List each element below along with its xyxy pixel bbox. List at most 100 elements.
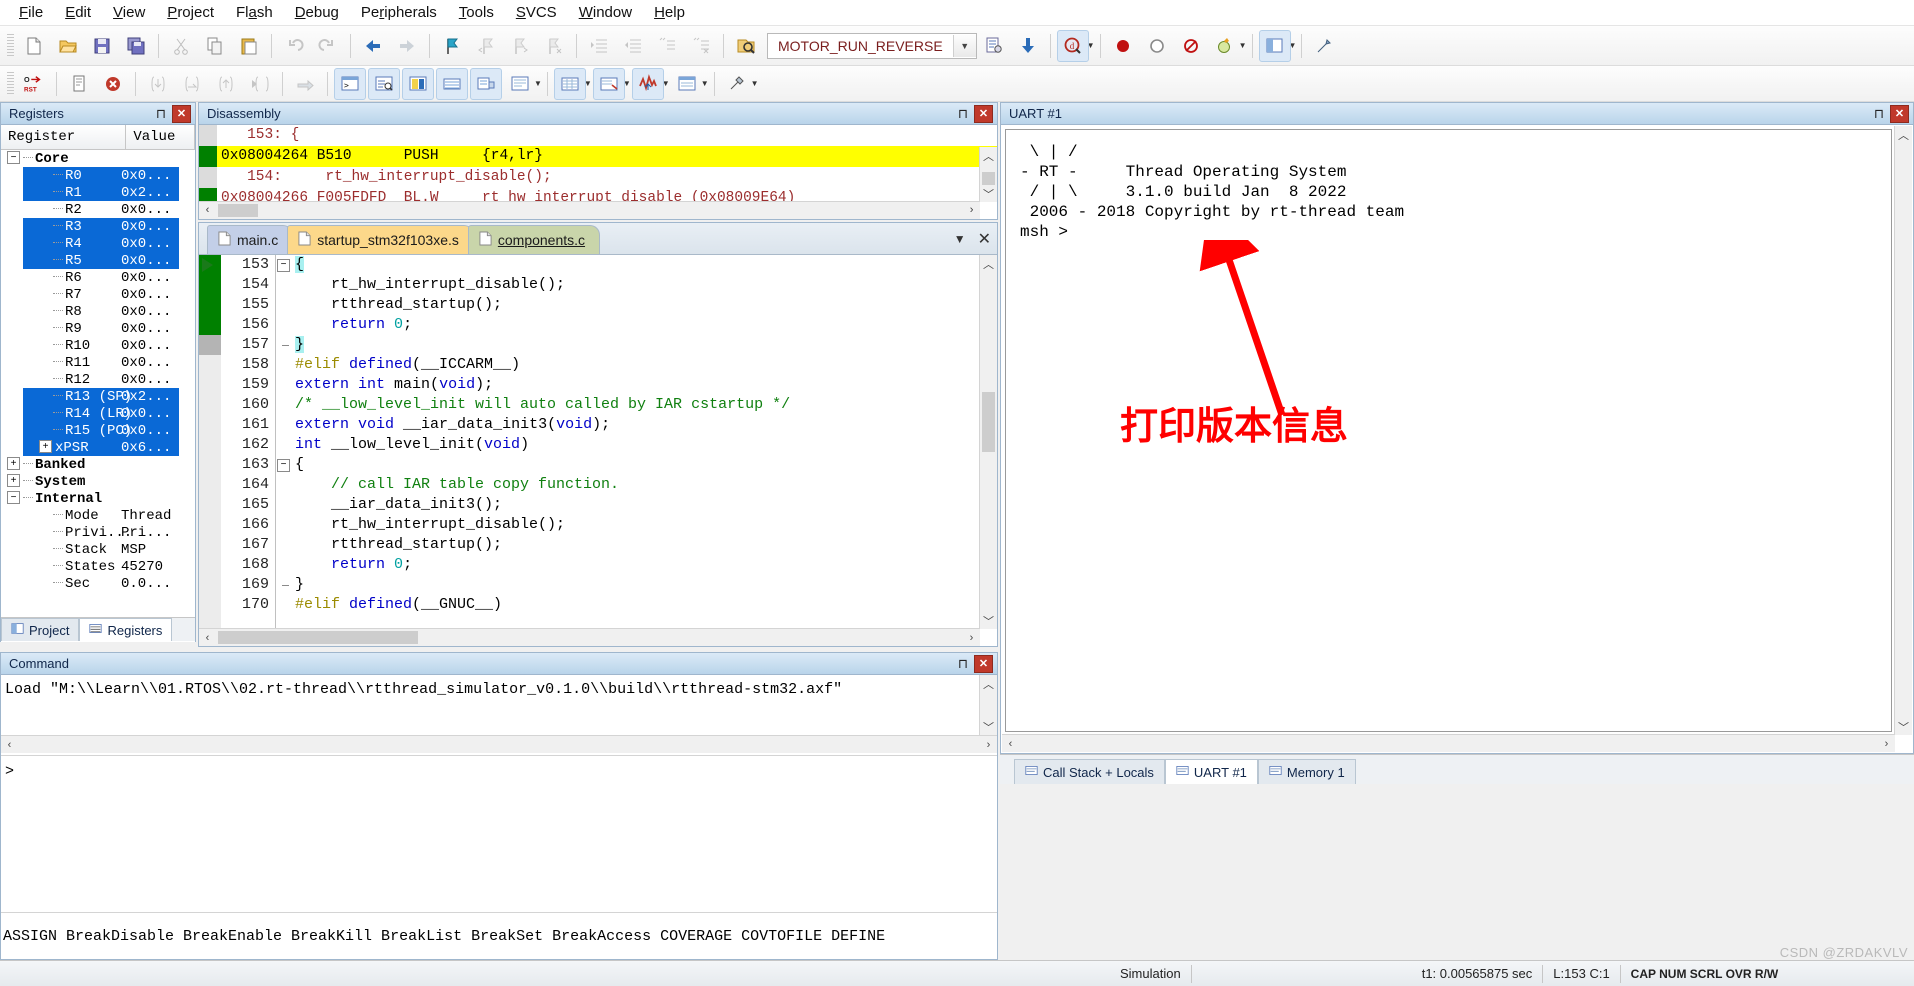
menu-item-project[interactable]: Project — [156, 1, 225, 24]
register-group-internal[interactable]: − Internal — [1, 490, 195, 507]
scroll-right-icon[interactable]: › — [980, 736, 997, 753]
close-icon[interactable]: ✕ — [1890, 104, 1909, 123]
stop-icon[interactable] — [97, 68, 129, 100]
symbols-window-icon[interactable] — [402, 67, 434, 100]
register-row-r14lr[interactable]: R14 (LR) 0x0... — [23, 405, 179, 422]
scroll-up-icon[interactable]: ︿ — [1895, 126, 1912, 143]
register-row-mode[interactable]: Mode Thread — [1, 507, 195, 524]
editor-line[interactable]: 170 #elif defined(__GNUC__) — [199, 595, 997, 615]
register-row-r11[interactable]: R11 0x0... — [1, 354, 195, 371]
command-output[interactable]: Load "M:\\Learn\\01.RTOS\\02.rt-thread\\… — [1, 675, 997, 735]
menu-item-tools[interactable]: Tools — [448, 1, 505, 24]
toolbox-icon[interactable] — [721, 68, 753, 100]
toolbar-grip[interactable] — [7, 33, 14, 58]
close-icon[interactable]: ✕ — [172, 104, 191, 123]
scroll-left-icon[interactable]: ‹ — [1002, 735, 1019, 752]
column-header-value[interactable]: Value — [126, 125, 195, 149]
register-group-banked[interactable]: + Banked — [1, 456, 195, 473]
close-icon[interactable]: ✕ — [974, 104, 993, 123]
window-layout-icon[interactable] — [1258, 29, 1291, 62]
scroll-thumb[interactable] — [218, 204, 258, 217]
registers-window-icon[interactable] — [436, 67, 468, 100]
scroll-up-icon[interactable]: ︿ — [980, 147, 997, 164]
editor-tab-main-c[interactable]: main.c — [207, 225, 294, 254]
editor-line[interactable]: 157} — [199, 335, 997, 355]
uart-vertical-scrollbar[interactable]: ︿ ﹀ — [1894, 126, 1912, 735]
scroll-left-icon[interactable]: ‹ — [1, 736, 18, 753]
command-output-scrollbar[interactable]: ︿ ﹀ — [979, 675, 997, 735]
editor-line[interactable]: 163−{ — [199, 455, 997, 475]
scroll-up-icon[interactable]: ︿ — [980, 675, 997, 692]
editor-line[interactable]: 169} — [199, 575, 997, 595]
menu-item-flash[interactable]: Flash — [225, 1, 284, 24]
editor-line[interactable]: 153−{ — [199, 255, 997, 275]
pin-icon[interactable]: ⊓ — [1871, 106, 1887, 122]
register-row-stack[interactable]: Stack MSP — [1, 541, 195, 558]
bookmark-toggle-icon[interactable] — [436, 30, 468, 62]
editor-line[interactable]: 158 #elif defined(__ICCARM__) — [199, 355, 997, 375]
scroll-thumb[interactable] — [218, 631, 418, 644]
navigate-back-icon[interactable] — [357, 30, 389, 62]
editor-horizontal-scrollbar[interactable]: ‹ › — [199, 628, 980, 646]
redo-icon[interactable] — [312, 30, 344, 62]
call-stack-window-icon[interactable] — [470, 67, 502, 100]
command-input-row[interactable]: > — [1, 755, 997, 786]
undo-icon[interactable] — [278, 30, 310, 62]
scroll-down-icon[interactable]: ﹀ — [1895, 718, 1912, 735]
watch-window-icon[interactable] — [504, 68, 536, 100]
fold-collapse-icon[interactable]: − — [277, 459, 290, 472]
new-file-icon[interactable] — [18, 30, 50, 62]
disassembly-vertical-scrollbar[interactable]: ︿ ﹀ — [979, 147, 997, 202]
navigate-forward-icon[interactable] — [391, 30, 423, 62]
show-statement-icon[interactable] — [289, 68, 321, 100]
step-over-icon[interactable] — [176, 68, 208, 100]
disassembly-body[interactable]: 153: {0x08004264 B510 PUSH {r4,lr} 154: … — [199, 125, 997, 219]
editor-vertical-scrollbar[interactable]: ︿ ﹀ — [979, 255, 997, 629]
editor-line[interactable]: 164 // call IAR table copy function. — [199, 475, 997, 495]
paste-icon[interactable] — [233, 30, 265, 62]
step-into-icon[interactable] — [142, 68, 174, 100]
column-header-register[interactable]: Register — [1, 125, 127, 149]
copy-icon[interactable] — [199, 30, 231, 62]
editor-line[interactable]: 159 extern int main(void); — [199, 375, 997, 395]
breakpoint-icon[interactable] — [1107, 30, 1139, 62]
register-row-xpsr[interactable]: + xPSR 0x6... — [23, 439, 179, 456]
register-row-r1[interactable]: R1 0x2... — [23, 184, 179, 201]
editor-line[interactable]: 166 rt_hw_interrupt_disable(); — [199, 515, 997, 535]
scroll-down-icon[interactable]: ﹀ — [980, 718, 997, 735]
menu-item-peripherals[interactable]: Peripherals — [350, 1, 448, 24]
editor-tab-startup-stm32f103xe-s[interactable]: startup_stm32f103xe.s — [287, 225, 474, 254]
register-row-r8[interactable]: R8 0x0... — [1, 303, 195, 320]
comment-icon[interactable] — [651, 30, 683, 62]
analysis-window-icon[interactable] — [631, 67, 664, 100]
open-folder-icon[interactable] — [52, 30, 84, 62]
serial-window-icon[interactable] — [592, 67, 625, 100]
register-row-states[interactable]: States 45270 — [1, 558, 195, 575]
register-row-r6[interactable]: R6 0x0... — [1, 269, 195, 286]
register-row-r4[interactable]: R4 0x0... — [23, 235, 179, 252]
disassembly-line[interactable]: 0x08004264 B510 PUSH {r4,lr} — [199, 146, 997, 167]
cut-icon[interactable] — [165, 30, 197, 62]
scroll-right-icon[interactable]: › — [963, 629, 980, 646]
scroll-down-icon[interactable]: ﹀ — [980, 185, 997, 202]
pin-icon[interactable]: ⊓ — [153, 106, 169, 122]
menu-item-debug[interactable]: Debug — [284, 1, 350, 24]
run-to-cursor-icon[interactable] — [244, 68, 276, 100]
outdent-icon[interactable] — [617, 30, 649, 62]
bottom-tab-call-stack---locals[interactable]: Call Stack + Locals — [1014, 759, 1165, 784]
register-group-system[interactable]: + System — [1, 473, 195, 490]
chevron-down-icon[interactable]: ▼ — [954, 232, 966, 246]
menu-item-view[interactable]: View — [102, 1, 156, 24]
save-icon[interactable] — [86, 30, 118, 62]
run-icon[interactable] — [63, 68, 95, 100]
reset-cpu-icon[interactable]: O RST — [18, 68, 50, 100]
pin-icon[interactable]: ⊓ — [955, 106, 971, 122]
editor-line[interactable]: 165 __iar_data_init3(); — [199, 495, 997, 515]
register-row-r9[interactable]: R9 0x0... — [1, 320, 195, 337]
disassembly-line[interactable]: 154: rt_hw_interrupt_disable(); — [199, 167, 997, 188]
menu-item-help[interactable]: Help — [643, 1, 696, 24]
kill-breakpoints-icon[interactable] — [1175, 30, 1207, 62]
disassembly-horizontal-scrollbar[interactable]: ‹ › — [199, 201, 980, 219]
register-row-sec[interactable]: Sec 0.0... — [1, 575, 195, 592]
register-row-r3[interactable]: R3 0x0... — [23, 218, 179, 235]
